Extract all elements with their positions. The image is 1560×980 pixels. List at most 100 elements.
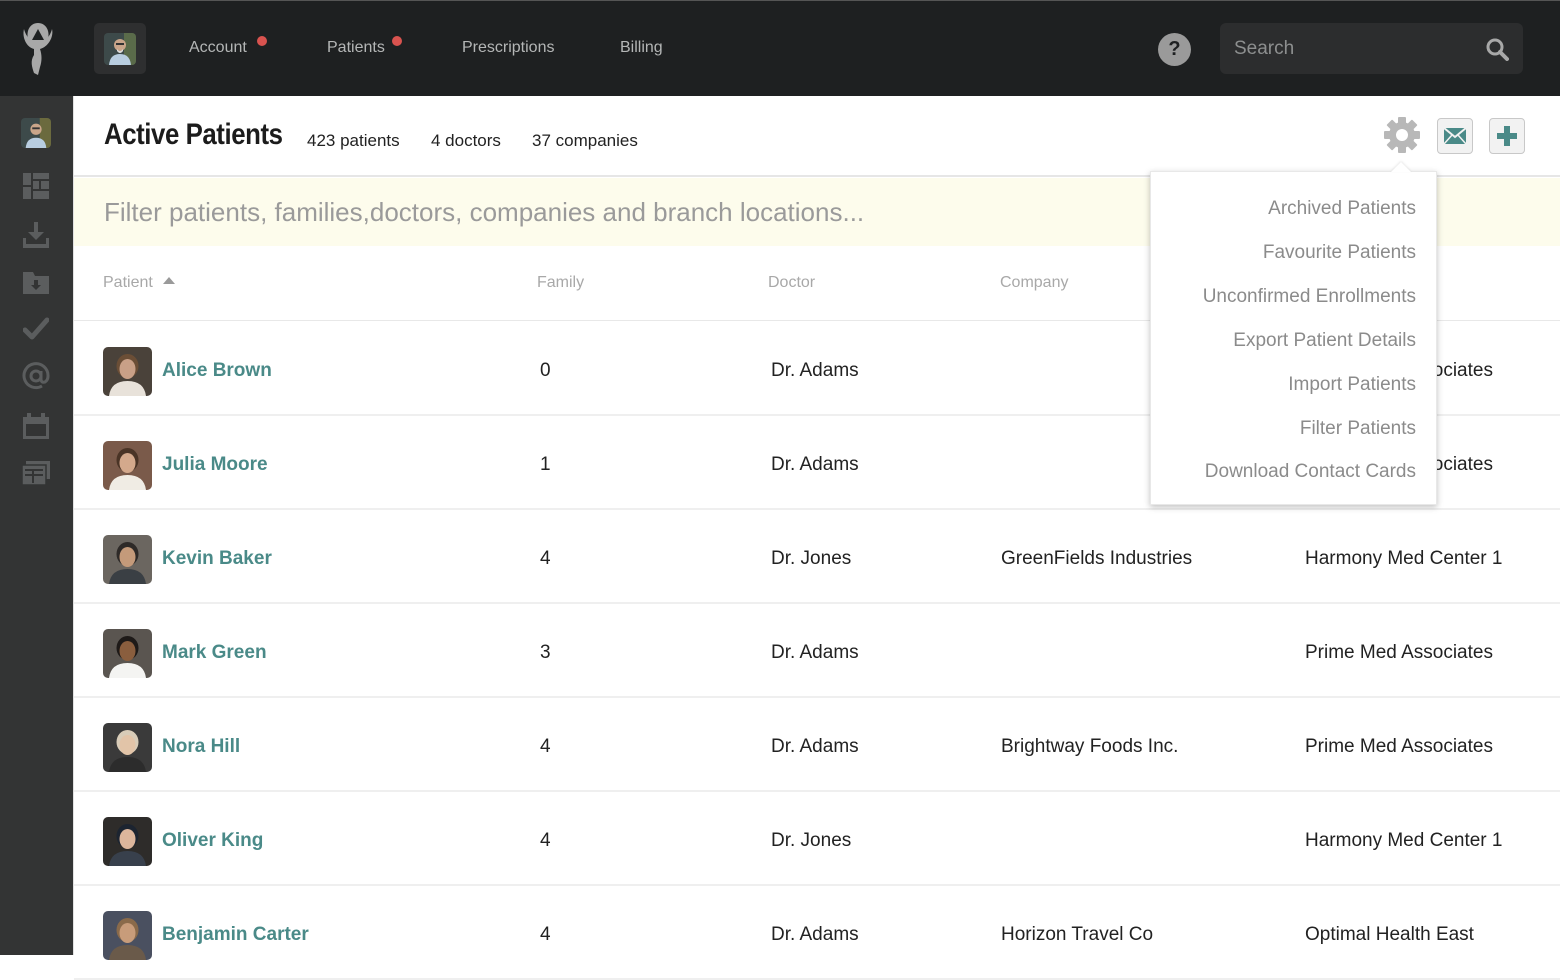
family-count: 4: [540, 548, 551, 569]
column-header-patient[interactable]: Patient: [103, 274, 175, 292]
envelope-icon: [1444, 128, 1466, 144]
question-mark-icon: ?: [1168, 38, 1181, 60]
nav-prescriptions[interactable]: Prescriptions: [462, 39, 554, 57]
add-patient-button[interactable]: [1489, 118, 1525, 154]
company-name: GreenFields Industries: [1001, 548, 1193, 569]
sidebar-item-download[interactable]: [20, 219, 52, 251]
family-count: 4: [540, 924, 551, 945]
user-avatar: [21, 118, 51, 148]
patient-count: 423 patients: [307, 131, 400, 150]
patient-avatar: [103, 723, 152, 772]
patient-name-link[interactable]: Nora Hill: [162, 736, 240, 758]
menu-item-favourite-patients[interactable]: Favourite Patients: [1263, 242, 1416, 264]
menu-item-filter-patients[interactable]: Filter Patients: [1300, 418, 1416, 440]
plus-icon: [1497, 126, 1517, 146]
help-button[interactable]: ?: [1158, 33, 1191, 66]
sidebar-item-profile[interactable]: [20, 117, 52, 149]
sidebar-item-folder[interactable]: [20, 267, 52, 299]
menu-item-export-patient-details[interactable]: Export Patient Details: [1233, 330, 1416, 352]
branch-location: Harmony Med Center 1: [1305, 548, 1503, 569]
family-count: 3: [540, 642, 551, 663]
app-logo-icon[interactable]: [18, 21, 58, 77]
page-header: Active Patients 423 patients 4 doctors 3…: [74, 96, 1560, 177]
patient-avatar: [103, 817, 152, 866]
settings-button[interactable]: [1384, 117, 1420, 153]
branch-location: Harmony Med Center 1: [1305, 830, 1503, 851]
table-row[interactable]: Kevin Baker 4 Dr. Jones GreenFields Industr…: [74, 510, 1560, 604]
sidebar-item-dashboard[interactable]: [20, 170, 52, 202]
doctor-name: Dr. Adams: [771, 360, 859, 381]
search-box: [1220, 23, 1523, 74]
doctor-count: 4 doctors: [431, 131, 501, 150]
sidebar-item-cards[interactable]: [20, 457, 52, 489]
column-header-company[interactable]: Company: [1000, 274, 1068, 292]
family-count: 4: [540, 830, 551, 851]
company-count: 37 companies: [532, 131, 638, 150]
nav-prescriptions-label: Prescriptions: [462, 39, 555, 56]
patients-notification-dot: [392, 36, 402, 46]
patient-avatar: [103, 911, 152, 960]
settings-dropdown-menu: Archived Patients Favourite Patients Unc…: [1150, 171, 1437, 505]
table-row[interactable]: Nora Hill 4 Dr. Adams Brightway Foods Inc. P…: [74, 698, 1560, 792]
search-icon[interactable]: [1485, 37, 1509, 61]
branch-location: Prime Med Associates: [1305, 736, 1493, 757]
patient-name-link[interactable]: Kevin Baker: [162, 548, 272, 570]
company-name: Horizon Travel Co: [1001, 924, 1154, 945]
sidebar-item-calendar[interactable]: [20, 410, 52, 442]
filter-input[interactable]: [104, 192, 1204, 232]
search-input[interactable]: [1220, 37, 1470, 60]
column-header-patient-label: Patient: [103, 274, 153, 291]
doctor-name: Dr. Adams: [771, 924, 859, 945]
doctor-name: Dr. Adams: [771, 642, 859, 663]
page-title: Active Patients: [104, 118, 283, 151]
menu-item-import-patients[interactable]: Import Patients: [1288, 374, 1416, 396]
branch-location: Optimal Health East: [1305, 924, 1474, 945]
branch-location: Prime Med Associates: [1305, 642, 1493, 663]
patient-name-link[interactable]: Benjamin Carter: [162, 924, 309, 946]
user-avatar-button[interactable]: [94, 23, 146, 74]
patient-name-link[interactable]: Mark Green: [162, 642, 267, 664]
account-notification-dot: [257, 36, 267, 46]
patient-avatar: [103, 629, 152, 678]
nav-account-label: Account: [189, 39, 247, 56]
nav-account[interactable]: Account: [189, 39, 247, 57]
email-button[interactable]: [1437, 118, 1473, 154]
sidebar-item-tasks[interactable]: [20, 313, 52, 345]
patient-avatar: [103, 535, 152, 584]
patient-name-link[interactable]: Julia Moore: [162, 454, 268, 476]
at-icon: [22, 362, 50, 390]
top-navigation-bar: Account Patients Prescriptions Billing ?: [0, 0, 1560, 96]
patient-name-link[interactable]: Alice Brown: [162, 360, 272, 382]
menu-item-unconfirmed-enrollments[interactable]: Unconfirmed Enrollments: [1203, 286, 1416, 308]
menu-item-download-contact-cards[interactable]: Download Contact Cards: [1205, 461, 1416, 483]
checkmark-icon: [23, 317, 49, 340]
family-count: 4: [540, 736, 551, 757]
doctor-name: Dr. Adams: [771, 736, 859, 757]
table-row[interactable]: Oliver King 4 Dr. Jones Harmony Med Center …: [74, 792, 1560, 886]
doctor-name: Dr. Adams: [771, 454, 859, 475]
cards-icon: [22, 461, 50, 485]
doctor-name: Dr. Jones: [771, 830, 852, 851]
company-name: Brightway Foods Inc.: [1001, 736, 1179, 757]
nav-billing[interactable]: Billing: [620, 39, 663, 57]
sidebar: [0, 96, 73, 955]
patient-avatar: [103, 441, 152, 490]
family-count: 0: [540, 360, 551, 381]
table-row[interactable]: Benjamin Carter 4 Dr. Adams Horizon Travel …: [74, 886, 1560, 980]
patient-name-link[interactable]: Oliver King: [162, 830, 263, 852]
nav-billing-label: Billing: [620, 39, 663, 56]
family-count: 1: [540, 454, 551, 475]
nav-patients[interactable]: Patients: [327, 39, 385, 57]
calendar-icon: [23, 413, 49, 439]
sort-ascending-icon: [162, 277, 175, 284]
doctor-name: Dr. Jones: [771, 548, 852, 569]
patient-avatar: [103, 347, 152, 396]
table-row[interactable]: Mark Green 3 Dr. Adams Prime Med Associates: [74, 604, 1560, 698]
menu-item-archived-patients[interactable]: Archived Patients: [1268, 198, 1416, 220]
download-icon: [23, 222, 49, 248]
column-header-doctor[interactable]: Doctor: [768, 274, 815, 292]
user-avatar: [104, 32, 136, 65]
sidebar-item-email[interactable]: [20, 360, 52, 392]
column-header-family[interactable]: Family: [537, 274, 584, 292]
nav-patients-label: Patients: [327, 39, 385, 56]
